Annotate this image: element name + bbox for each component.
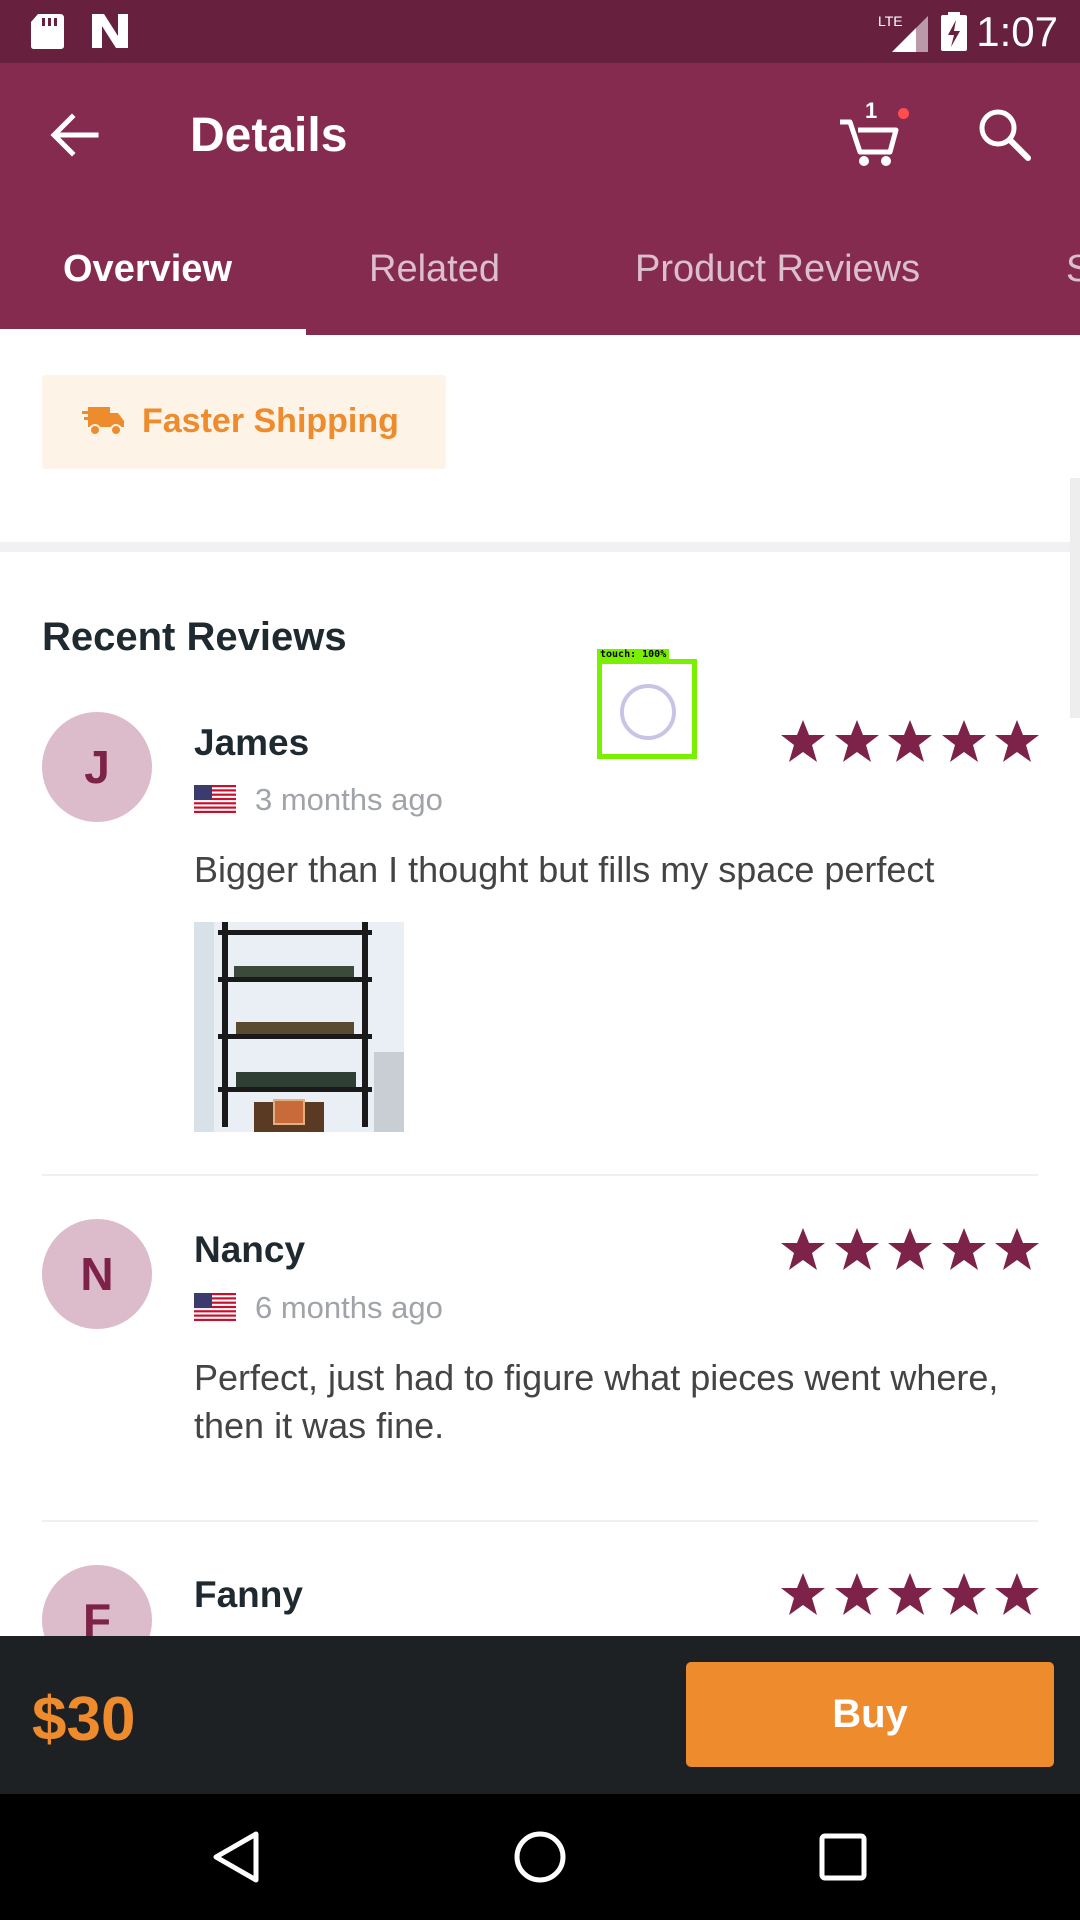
star-icon — [780, 1226, 826, 1272]
arrow-back-icon — [50, 113, 99, 157]
rating-stars — [780, 718, 1040, 768]
star-icon — [941, 718, 987, 764]
system-nav-bar — [0, 1794, 1080, 1920]
us-flag-icon — [194, 785, 236, 813]
reviewer-name: Nancy — [194, 1229, 306, 1270]
nav-recents-button[interactable] — [808, 1822, 878, 1892]
tab-related[interactable]: Related — [369, 248, 500, 291]
status-bar: LTE 1:07 — [0, 0, 1080, 63]
star-icon — [780, 1571, 826, 1617]
truck-icon — [82, 407, 124, 436]
touch-ripple-circle — [620, 684, 676, 740]
bottom-bar: $30 Buy — [0, 1636, 1080, 1794]
tab-overflow[interactable]: S — [1066, 248, 1080, 291]
avatar[interactable]: N — [42, 1219, 152, 1329]
tab-product-reviews[interactable]: Product Reviews — [635, 248, 920, 291]
star-icon — [994, 718, 1040, 764]
star-icon — [887, 718, 933, 764]
review-divider — [42, 1520, 1038, 1522]
avatar[interactable]: J — [42, 712, 152, 822]
review-text: Bigger than I thought but fills my space… — [194, 849, 935, 890]
nav-home-button[interactable] — [505, 1822, 575, 1892]
buy-button[interactable]: Buy — [686, 1662, 1054, 1767]
back-button[interactable] — [40, 100, 110, 170]
star-icon — [887, 1226, 933, 1272]
reviewer-name: James — [194, 722, 310, 763]
nav-back-icon — [213, 1831, 259, 1883]
nav-home-icon — [514, 1831, 566, 1883]
rating-stars — [780, 1571, 1040, 1621]
page-title: Details — [190, 109, 348, 162]
cart-button[interactable]: 1 — [834, 98, 909, 170]
us-flag-icon — [194, 1293, 236, 1321]
star-icon — [941, 1571, 987, 1617]
star-icon — [887, 1571, 933, 1617]
review-time: 3 months ago — [255, 782, 443, 817]
star-icon — [941, 1226, 987, 1272]
section-divider — [0, 542, 1080, 552]
status-time: 1:07 — [976, 8, 1058, 55]
nav-recents-icon — [819, 1833, 867, 1881]
review-divider — [42, 1174, 1038, 1176]
reviews-heading: Recent Reviews — [42, 615, 347, 659]
star-icon — [834, 1226, 880, 1272]
star-icon — [834, 718, 880, 764]
tab-indicator — [0, 329, 306, 335]
reviewer-name: Fanny — [194, 1574, 303, 1615]
shelf-photo-image — [194, 922, 404, 1132]
app-bar — [0, 63, 1080, 335]
price-label: $30 — [32, 1685, 136, 1754]
review-text: Perfect, just had to figure what pieces … — [194, 1357, 999, 1446]
star-icon — [780, 718, 826, 764]
notification-n-icon — [92, 14, 128, 48]
shipping-label: Faster Shipping — [142, 402, 399, 440]
sd-card-icon — [31, 14, 64, 49]
star-icon — [994, 1226, 1040, 1272]
shipping-badge: Faster Shipping — [42, 375, 446, 469]
review-time: 6 months ago — [255, 1290, 443, 1325]
cart-count-badge: 1 — [865, 98, 878, 123]
search-button[interactable] — [970, 100, 1040, 170]
scrollbar[interactable] — [1070, 478, 1080, 718]
search-icon — [979, 109, 1031, 161]
star-icon — [834, 1571, 880, 1617]
lte-label: LTE — [878, 13, 903, 29]
tab-overview[interactable]: Overview — [63, 248, 232, 291]
battery-charging-icon — [941, 12, 967, 51]
nav-back-button[interactable] — [202, 1822, 272, 1892]
rating-stars — [780, 1226, 1040, 1276]
lte-signal-icon: LTE — [878, 13, 928, 52]
cart-notification-dot — [898, 108, 909, 119]
review-photo[interactable] — [194, 922, 404, 1132]
star-icon — [994, 1571, 1040, 1617]
